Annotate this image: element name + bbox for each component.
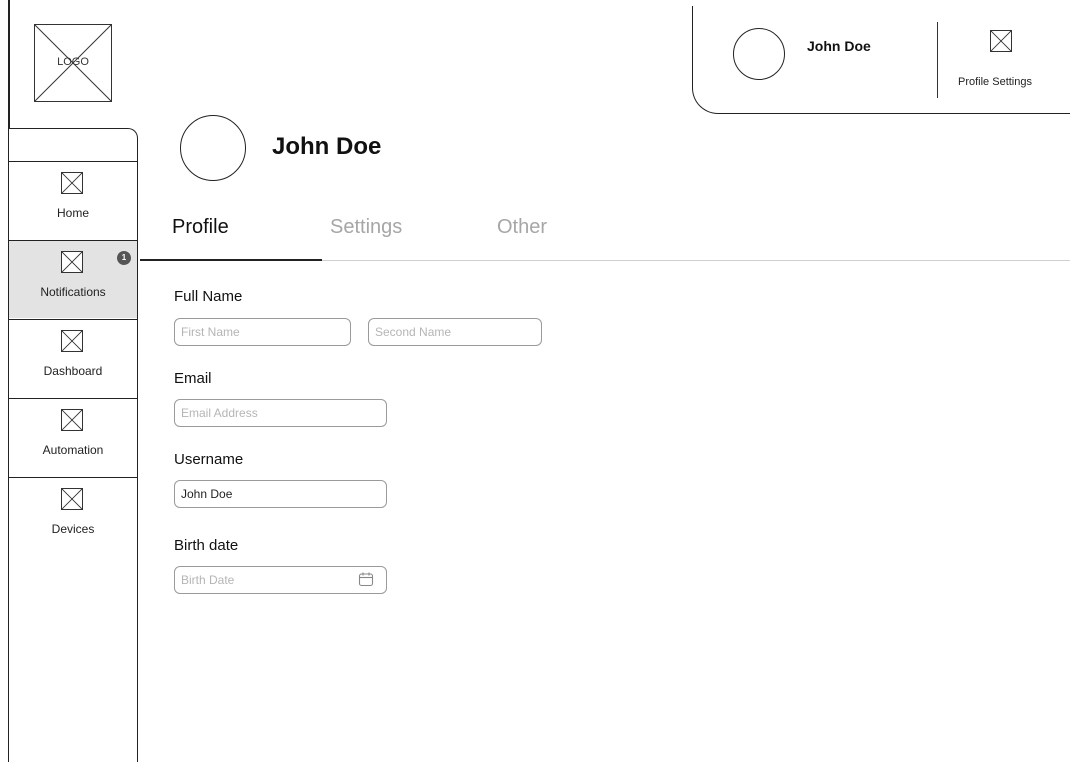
sidebar-item-home[interactable]: Home	[9, 161, 137, 239]
active-tab-indicator	[140, 259, 322, 261]
sidebar-item-label: Notifications	[40, 285, 106, 299]
tab-other[interactable]: Other	[497, 216, 547, 239]
home-icon	[61, 172, 83, 194]
page-title: John Doe	[272, 133, 382, 160]
devices-icon	[61, 488, 83, 510]
logo: LOGO	[34, 24, 112, 102]
notification-badge: 1	[117, 251, 131, 265]
sidebar: Home 1 Notifications Dashboard Automatio…	[8, 128, 138, 762]
logo-text: LOGO	[57, 56, 89, 68]
full-name-label: Full Name	[174, 288, 243, 305]
sidebar-item-label: Home	[56, 206, 89, 220]
divider	[937, 22, 938, 98]
profile-settings-link[interactable]: Profile Settings	[958, 76, 1032, 88]
tab-settings[interactable]: Settings	[330, 216, 402, 239]
second-name-input[interactable]	[368, 318, 542, 346]
email-input[interactable]	[174, 399, 387, 427]
calendar-icon[interactable]	[358, 571, 374, 587]
sidebar-item-label: Dashboard	[43, 364, 103, 378]
birth-date-input[interactable]	[174, 566, 387, 594]
sidebar-item-automation[interactable]: Automation	[9, 398, 137, 476]
first-name-input[interactable]	[174, 318, 351, 346]
sidebar-item-label: Devices	[51, 522, 95, 536]
frame-line	[8, 0, 10, 128]
avatar[interactable]	[733, 28, 785, 80]
sidebar-item-label: Automation	[42, 443, 104, 457]
sidebar-item-devices[interactable]: Devices	[9, 477, 137, 555]
profile-card: John Doe Profile Settings	[692, 6, 1070, 114]
profile-settings-icon[interactable]	[990, 30, 1012, 52]
automation-icon	[61, 409, 83, 431]
username-label: Username	[174, 451, 244, 468]
email-label: Email	[174, 370, 212, 387]
tab-profile[interactable]: Profile	[172, 216, 229, 239]
notifications-icon	[61, 251, 83, 273]
username-input[interactable]	[174, 480, 387, 508]
sidebar-item-dashboard[interactable]: Dashboard	[9, 319, 137, 397]
profile-card-name: John Doe	[807, 38, 871, 54]
birth-date-label: Birth date	[174, 537, 239, 554]
profile-avatar	[180, 115, 246, 181]
sidebar-item-notifications[interactable]: 1 Notifications	[9, 240, 137, 318]
dashboard-icon	[61, 330, 83, 352]
